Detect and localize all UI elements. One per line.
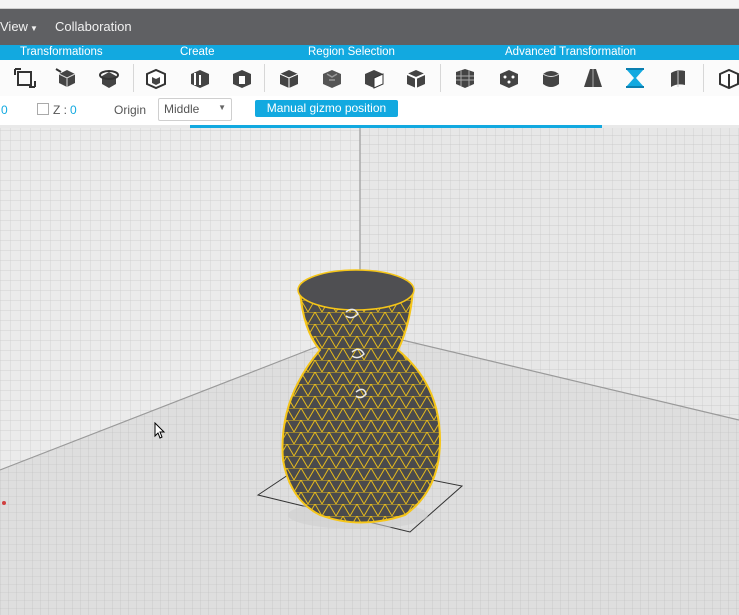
origin-select[interactable]: Middle ▼ [158,98,232,121]
toolbar-divider [133,64,134,92]
category-region-selection: Region Selection [308,46,395,58]
toolbar-divider [440,64,441,92]
subdivide-icon[interactable] [452,65,478,91]
chevron-down-icon: ▼ [218,103,226,112]
toolbar-divider [703,64,704,92]
chevron-down-icon: ▼ [29,24,38,33]
category-advanced-transformation: Advanced Transformation [505,46,637,58]
offset-icon[interactable] [187,65,213,91]
extrude-icon[interactable] [143,65,169,91]
menu-bar: View ▼ Collaboration [0,9,739,45]
hollow-icon[interactable] [229,65,255,91]
tool-categories: Transformations Create Region Selection … [0,45,739,60]
origin-label: Origin [114,103,147,117]
select-edge-icon[interactable] [403,65,429,91]
collaboration-menu[interactable]: Collaboration [55,9,132,45]
toolbar-divider [264,64,265,92]
move-icon[interactable] [12,65,38,91]
select-region-icon[interactable] [319,65,345,91]
view-menu[interactable]: View ▼ [0,9,38,45]
manual-gizmo-position-button[interactable]: Manual gizmo position [255,100,398,117]
z-label: Z : [53,103,67,117]
toolbar [0,60,739,97]
bend-icon[interactable] [665,65,691,91]
category-create: Create [180,46,215,58]
twist-icon[interactable] [622,65,648,91]
category-transformations: Transformations [20,46,103,58]
select-face-icon[interactable] [361,65,387,91]
mouse-cursor-icon [154,422,166,439]
z-lock-checkbox[interactable] [37,103,49,115]
refine-icon[interactable] [496,65,522,91]
3d-viewport[interactable] [0,128,739,615]
select-cube-icon[interactable] [276,65,302,91]
smooth-icon[interactable] [538,65,564,91]
z-value[interactable]: 0 [70,103,77,117]
scale-icon[interactable] [96,65,122,91]
taper-icon[interactable] [580,65,606,91]
mirror-icon[interactable] [716,65,739,91]
origin-select-value: Middle [164,102,200,116]
rotate-icon[interactable] [54,65,80,91]
title-strip [0,0,739,9]
x-value[interactable]: 0 [1,103,8,117]
